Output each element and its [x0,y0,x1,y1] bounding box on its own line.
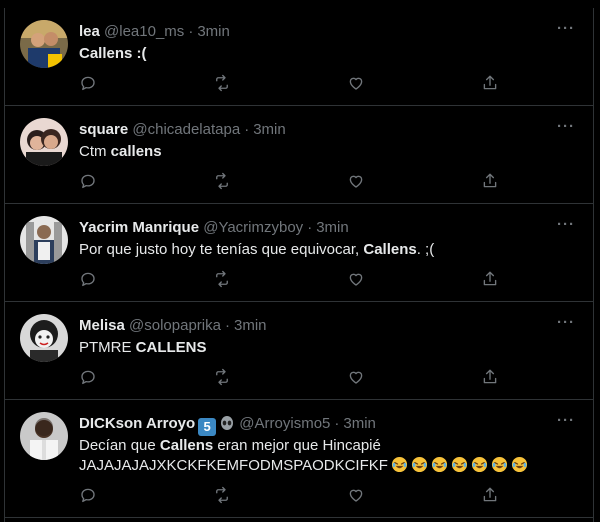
tweet[interactable]: square @chicadelatapa · 3min ··· Ctm calle… [5,106,593,204]
timestamp[interactable]: 3min [316,219,349,236]
timestamp[interactable]: 3min [343,415,376,432]
tweet[interactable]: lea @lea10_ms · 3min ··· Callens :( [5,8,593,106]
laughing-emoji-icon [451,456,468,473]
tweet-text-run: PTMRE [79,339,136,356]
laughing-emoji-icon [391,456,408,473]
like-icon[interactable] [347,368,367,388]
tweet-text-run: Callens [159,437,214,454]
tweet-text: Callens :( [79,44,573,64]
like-icon[interactable] [347,270,367,290]
author-handle[interactable]: @lea10_ms [104,23,184,40]
retweet-icon[interactable] [213,368,233,388]
reply-icon[interactable] [79,368,99,388]
author-handle[interactable]: @Yacrimzyboy [203,219,303,236]
tweet-text: Ctm callens [79,142,573,162]
timeline: lea @lea10_ms · 3min ··· Callens :( square… [4,8,594,522]
avatar[interactable] [20,216,68,264]
timestamp[interactable]: 3min [197,23,230,40]
action-bar [79,172,501,192]
timestamp[interactable]: 3min [234,317,267,334]
author-handle[interactable]: @chicadelatapa [132,121,240,138]
author-name[interactable]: Melisa [79,317,125,334]
share-icon[interactable] [481,368,501,388]
avatar[interactable] [20,412,68,460]
separator-dot: · [307,219,313,236]
author-handle[interactable]: @solopaprika [129,317,221,334]
like-icon[interactable] [347,486,367,506]
share-icon[interactable] [481,270,501,290]
reply-icon[interactable] [79,74,99,94]
action-bar [79,74,501,94]
more-icon[interactable]: ··· [557,118,575,135]
reply-icon[interactable] [79,486,99,506]
emoji-row [388,456,528,474]
author-name[interactable]: DICKson Arroyo [79,415,195,432]
laughing-emoji-icon [411,456,428,473]
like-icon[interactable] [347,74,367,94]
author-name[interactable]: Yacrim Manrique [79,219,199,236]
author-name[interactable]: square [79,121,128,138]
retweet-icon[interactable] [213,172,233,192]
more-icon[interactable]: ··· [557,216,575,233]
laughing-emoji-icon [431,456,448,473]
tweet-text-run: eran mejor que Hincapié [213,437,381,454]
reply-icon[interactable] [79,172,99,192]
retweet-icon[interactable] [213,74,233,94]
like-icon[interactable] [347,172,367,192]
laughing-emoji-icon [511,456,528,473]
avatar[interactable] [20,20,68,68]
tweet-text: PTMRE CALLENS [79,338,573,358]
tweet-text: Decían que Callens eran mejor que Hincap… [79,436,573,476]
tweet[interactable]: Melisa @solopaprika · 3min ··· PTMRE CALLE… [5,302,593,400]
tweet-text-run: Decían que [79,437,160,454]
author-handle[interactable]: @Arroyismo5 [239,415,330,432]
more-icon[interactable]: ··· [557,314,575,331]
retweet-icon[interactable] [213,270,233,290]
laughing-emoji-icon [491,456,508,473]
action-bar [79,486,501,506]
tweet-text: Por que justo hoy te tenías que equivoca… [79,240,573,260]
tweet[interactable]: Yacrim Manrique @Yacrimzyboy · 3min ··· Po… [5,204,593,302]
avatar[interactable] [20,314,68,362]
tweet-text-run: . ;( [416,241,435,258]
tweet-text-run: callens [110,143,162,160]
action-bar [79,270,501,290]
action-bar [79,368,501,388]
tweet-text-run: Callens :( [79,45,147,62]
separator-dot: · [244,121,250,138]
keycap-badge: 5 [198,418,217,436]
alien-icon [221,416,234,430]
tweet-text-line2: JAJAJAJAJXKCKFKEMFODMSPAODKCIFKF [79,457,388,474]
more-icon[interactable]: ··· [557,412,575,429]
share-icon[interactable] [481,74,501,94]
timestamp[interactable]: 3min [253,121,286,138]
more-icon[interactable]: ··· [557,20,575,37]
tweet-text-run: Callens [363,241,417,258]
separator-dot: · [224,317,230,334]
author-name[interactable]: lea [79,23,100,40]
separator-dot: · [334,415,340,432]
avatar[interactable] [20,118,68,166]
share-icon[interactable] [481,172,501,192]
tweet[interactable]: DICKson Arroyo 5 @Arroyismo5 · 3min ··· Dec… [5,400,593,518]
tweet-text-run: Ctm [79,143,111,160]
tweet-text-run: Por que justo hoy te tenías que equivoca… [79,241,364,258]
share-icon[interactable] [481,486,501,506]
separator-dot: · [188,23,194,40]
reply-icon[interactable] [79,270,99,290]
laughing-emoji-icon [471,456,488,473]
retweet-icon[interactable] [213,486,233,506]
tweet-text-run: CALLENS [135,339,207,356]
